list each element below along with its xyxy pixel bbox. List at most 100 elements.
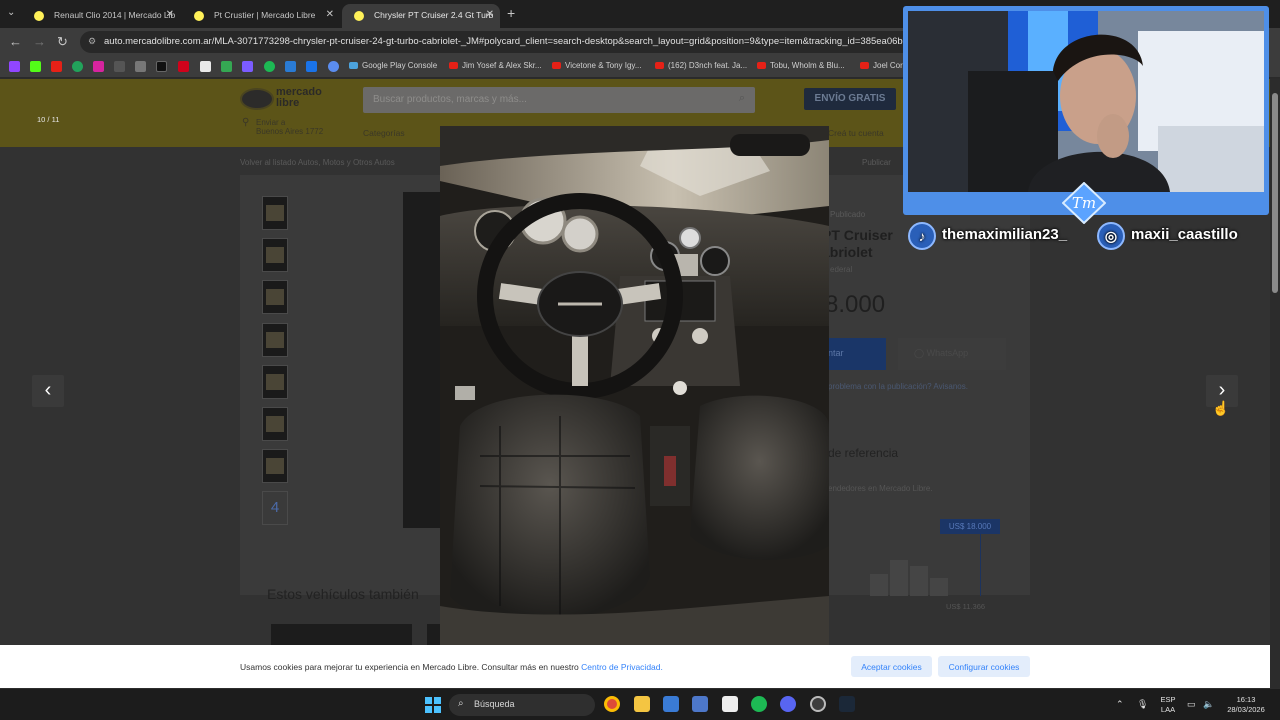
whatsapp-button[interactable]: ◯ WhatsApp — [898, 338, 1006, 370]
product-search-input[interactable]: Buscar productos, marcas y más... ⌕ — [363, 87, 755, 113]
app-icon[interactable] — [72, 61, 83, 72]
reload-icon[interactable]: ↻ — [57, 34, 68, 50]
accept-cookies-button[interactable]: Aceptar cookies — [851, 656, 932, 677]
tab-pt-crustier[interactable]: Pt Crustier | Mercado Libre ✕ — [182, 4, 340, 28]
mercadolibre-favicon-icon — [34, 11, 44, 21]
close-tab-icon[interactable]: ✕ — [326, 9, 334, 20]
language-indicator[interactable]: ESP LAA — [1156, 695, 1180, 715]
gallery-thumbnail[interactable] — [262, 449, 288, 483]
clock[interactable]: 16:13 28/03/2026 — [1222, 695, 1270, 715]
tab-label: Renault Clio 2014 | Mercado Lib — [54, 10, 176, 20]
obs-icon[interactable] — [810, 696, 826, 712]
gallery-thumbnail[interactable] — [262, 323, 288, 357]
product-location: ederal — [830, 265, 853, 274]
app-icon[interactable] — [200, 61, 211, 72]
previous-image-button[interactable]: ‹ — [32, 375, 64, 407]
cookie-message: Usamos cookies para mejorar tu experienc… — [240, 662, 579, 672]
taskbar-search[interactable]: ⌕ Búsqueda — [449, 694, 595, 716]
reference-price-badge: US$ 18.000 — [940, 519, 1000, 534]
location-pin-icon: ⚲ — [242, 117, 250, 128]
forward-icon[interactable]: → — [33, 34, 46, 49]
page-scrollbar[interactable] — [1270, 79, 1280, 688]
tab-search-icon[interactable]: ⌄ — [7, 7, 15, 18]
microphone-icon[interactable]: 🎙 — [1137, 699, 1148, 709]
gallery-thumbnail[interactable] — [262, 365, 288, 399]
back-icon[interactable]: ← — [9, 34, 22, 49]
price-histogram-bar — [870, 574, 888, 596]
gallery-thumbnail[interactable] — [262, 196, 288, 230]
instagram-handle: ◎ maxii_caastillo — [1097, 222, 1238, 250]
report-link[interactable]: problema con la publicación? Avisanos. — [828, 382, 968, 391]
bookmark-google-play-console[interactable]: Google Play Console — [349, 61, 437, 70]
spotify-icon[interactable] — [751, 696, 767, 712]
app-icon[interactable] — [264, 61, 275, 72]
mercadolibre-logo[interactable]: mercado libre — [240, 87, 335, 113]
streamer-webcam-image — [908, 11, 1264, 192]
file-explorer-icon[interactable] — [634, 696, 650, 712]
mercadolibre-favicon-icon — [194, 11, 204, 21]
lightbox-photo-car-interior[interactable] — [440, 126, 829, 646]
discord-icon[interactable] — [780, 696, 796, 712]
app-icon[interactable] — [306, 61, 317, 72]
app-icon[interactable] — [135, 61, 146, 72]
tab-chrysler-pt-cruiser[interactable]: Chrysler PT Cruiser 2.4 Gt Turb ✕ — [342, 4, 500, 28]
kick-icon[interactable] — [30, 61, 41, 72]
app-icon[interactable] — [285, 61, 296, 72]
date-posted: Publicado — [830, 210, 866, 219]
calculator-icon[interactable] — [692, 696, 708, 712]
site-info-icon[interactable]: ⚙ — [88, 36, 96, 47]
tm-logo-icon: Tm — [1062, 182, 1106, 224]
product-title: PT Cruiser abriolet — [822, 227, 893, 260]
bookmark-vicetone[interactable]: Vicetone & Tony Igy... — [552, 61, 642, 70]
app-icon[interactable] — [114, 61, 125, 72]
instagram-icon[interactable] — [93, 61, 104, 72]
new-tab-icon[interactable]: + — [507, 5, 515, 21]
close-tab-icon[interactable]: ✕ — [486, 9, 494, 20]
app-icon[interactable] — [328, 61, 339, 72]
gallery-thumbnail[interactable] — [262, 407, 288, 441]
twitch-icon[interactable] — [9, 61, 20, 72]
app-icon[interactable] — [178, 61, 189, 72]
steam-icon[interactable] — [839, 696, 855, 712]
bookmark-joel[interactable]: Joel Cor — [860, 61, 903, 70]
hand-cursor-icon: ☝ — [1212, 400, 1230, 416]
search-icon[interactable]: ⌕ — [739, 92, 745, 105]
app-icon[interactable] — [221, 61, 232, 72]
main-product-image[interactable] — [403, 192, 443, 528]
free-shipping-banner[interactable]: ENVÍO GRATIS — [804, 88, 896, 110]
whatsapp-icon: ◯ — [914, 348, 927, 358]
bookmark-tobu[interactable]: Tobu, Wholm & Blu... — [757, 61, 845, 70]
tiktok-handle: ♪ themaximilian23_ — [908, 222, 1067, 250]
volume-icon[interactable]: 🔈 — [1203, 699, 1214, 709]
product-price: 8.000 — [825, 291, 886, 318]
cookie-banner: Usamos cookies para mejorar tu experienc… — [0, 645, 1270, 688]
bookmark-jim-yosef[interactable]: Jim Yosef & Alex Skr... — [449, 61, 542, 70]
breadcrumb[interactable]: Volver al listado Autos, Motos y Otros A… — [240, 158, 395, 167]
share-link[interactable]: Publicar — [862, 158, 891, 167]
contact-seller-button[interactable]: ntar — [828, 338, 886, 370]
gallery-more-thumbnails[interactable]: 4 — [262, 491, 288, 525]
app-icon[interactable] — [242, 61, 253, 72]
tab-renault-clio[interactable]: Renault Clio 2014 | Mercado Lib ✕ — [22, 4, 180, 28]
network-icon[interactable]: ▭ — [1187, 699, 1196, 709]
chrome-icon[interactable] — [604, 696, 620, 712]
close-tab-icon[interactable]: ✕ — [166, 9, 174, 20]
windows-start-icon[interactable] — [425, 697, 441, 713]
configure-cookies-button[interactable]: Configurar cookies — [938, 656, 1030, 677]
gallery-thumbnail[interactable] — [262, 280, 288, 314]
create-account-link[interactable]: Creá tu cuenta — [828, 128, 884, 138]
tiktok-icon: ♪ — [908, 222, 936, 250]
bookmark-d3nch[interactable]: (162) D3nch feat. Ja... — [655, 61, 747, 70]
youtube-icon[interactable] — [51, 61, 62, 72]
tiktok-icon[interactable] — [156, 61, 167, 72]
mercadolibre-favicon-icon — [354, 11, 364, 21]
microsoft-store-icon[interactable] — [663, 696, 679, 712]
tray-overflow-icon[interactable]: ⌃ — [1116, 699, 1124, 709]
scrollbar-thumb[interactable] — [1272, 93, 1278, 293]
gallery-thumbnail[interactable] — [262, 238, 288, 272]
reference-price-min: US$ 11.366 — [946, 602, 986, 611]
capcut-icon[interactable] — [722, 696, 738, 712]
categories-menu[interactable]: Categorías — [363, 128, 405, 138]
delivery-address[interactable]: ⚲ Enviar a Buenos Aires 1772 — [242, 117, 323, 137]
privacy-center-link[interactable]: Centro de Privacidad. — [581, 662, 663, 672]
